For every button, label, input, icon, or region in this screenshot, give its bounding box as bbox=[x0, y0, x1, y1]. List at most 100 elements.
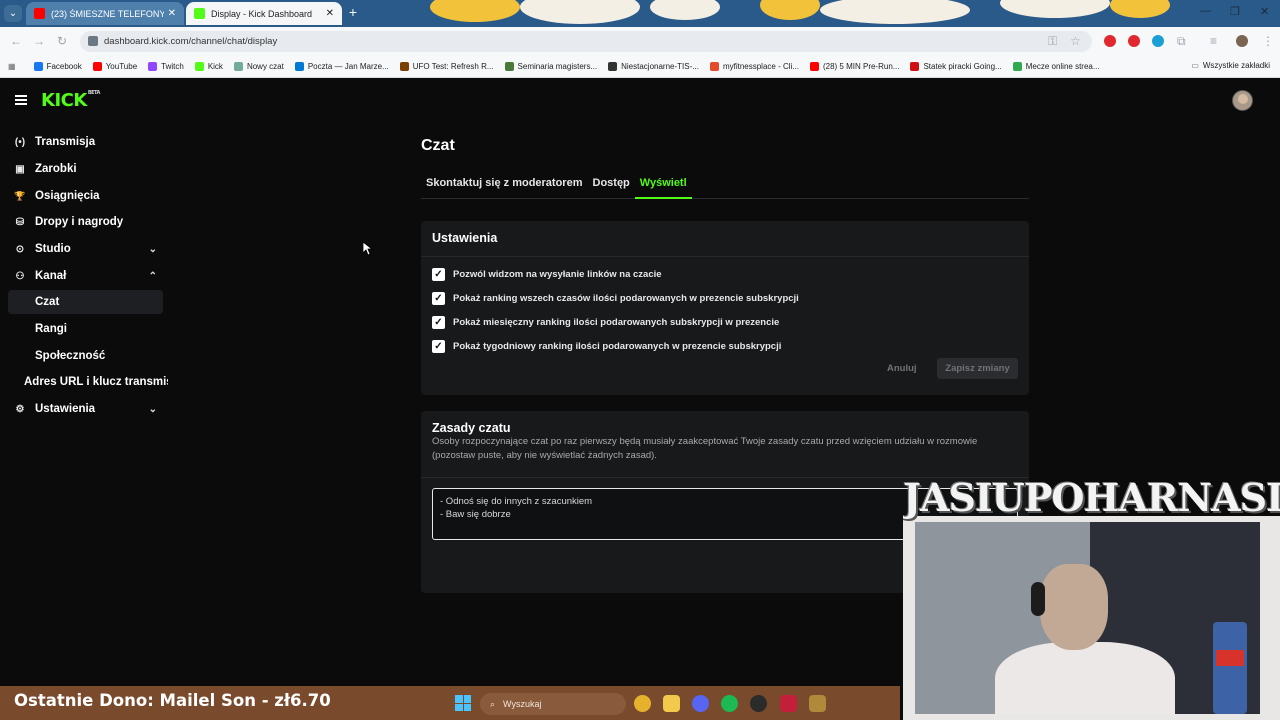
back-icon[interactable]: ← bbox=[10, 34, 22, 48]
maximize-button[interactable]: ❐ bbox=[1230, 5, 1240, 18]
tab-access[interactable]: Dostęp bbox=[588, 173, 635, 199]
option-alltime-ranking[interactable]: ✓ Pokaż ranking wszech czasów ilości pod… bbox=[432, 290, 799, 306]
discord-icon[interactable] bbox=[692, 695, 709, 712]
all-bookmarks-label: Wszystkie zakładki bbox=[1202, 61, 1270, 70]
extension-icon[interactable] bbox=[1128, 35, 1140, 47]
option-label: Pokaż miesięczny ranking ilości podarowa… bbox=[453, 316, 780, 328]
bookmark-item[interactable]: Twitch bbox=[148, 62, 184, 71]
save-button[interactable]: Zapisz zmiany bbox=[937, 358, 1018, 379]
apps-grid-icon[interactable]: ▦ bbox=[8, 62, 16, 71]
sidebar-item-label: Ustawienia bbox=[35, 403, 96, 415]
tab-contact-moderator[interactable]: Skontaktuj się z moderatorem bbox=[421, 173, 588, 199]
reload-icon[interactable]: ↻ bbox=[57, 34, 67, 48]
sidebar-item-dropy[interactable]: ⛁ Dropy i nagrody bbox=[8, 210, 163, 234]
obs-icon[interactable] bbox=[750, 695, 767, 712]
bookmark-item[interactable]: UFO Test: Refresh R... bbox=[399, 62, 494, 71]
forward-icon[interactable]: → bbox=[33, 34, 45, 48]
trophy-icon: 🏆 bbox=[14, 190, 26, 201]
search-icon: ⌕ bbox=[490, 698, 496, 709]
webcam-overlay: JASIUPOHARNASIU bbox=[903, 476, 1280, 720]
sidebar-item-zarobki[interactable]: ▣ Zarobki bbox=[8, 157, 163, 181]
bookmark-label: Poczta — Jan Marze... bbox=[307, 62, 389, 71]
sidebar-item-label: Czat bbox=[35, 296, 60, 308]
browser-tab-strip: ⌄ (23) ŚMIESZNE TELEFONY NA ✕ Display - … bbox=[0, 0, 1280, 27]
app-icon[interactable] bbox=[780, 695, 797, 712]
sidebar-item-spolecznosc[interactable]: Społeczność bbox=[8, 344, 163, 368]
option-monthly-ranking[interactable]: ✓ Pokaż miesięczny ranking ilości podaro… bbox=[432, 314, 779, 330]
checkbox[interactable]: ✓ bbox=[432, 291, 445, 305]
sidebar-item-label: Osiągnięcia bbox=[35, 190, 100, 202]
sidebar-item-czat[interactable]: Czat bbox=[8, 290, 163, 314]
extension-icon[interactable] bbox=[1152, 35, 1164, 47]
user-avatar[interactable] bbox=[1232, 90, 1253, 111]
tab-title: Display - Kick Dashboard bbox=[211, 8, 313, 19]
address-toolbar: ← → ↻ dashboard.kick.com/channel/chat/di… bbox=[0, 27, 1280, 56]
league-of-legends-icon[interactable] bbox=[809, 695, 826, 712]
chat-rules-title: Zasady czatu bbox=[432, 421, 511, 435]
bookmark-favicon-icon bbox=[504, 62, 514, 71]
bookmark-label: UFO Test: Refresh R... bbox=[412, 62, 494, 71]
settings-card: Ustawienia ✓ Pozwól widzom na wysyłanie … bbox=[421, 221, 1029, 395]
url-bar[interactable]: dashboard.kick.com/channel/chat/display bbox=[80, 31, 1092, 52]
bookmark-item[interactable]: myfitnessplace - Cli... bbox=[709, 62, 799, 71]
menu-hamburger-icon[interactable] bbox=[15, 95, 27, 105]
option-label: Pokaż ranking wszech czasów ilości podar… bbox=[453, 292, 799, 304]
checkbox[interactable]: ✓ bbox=[432, 267, 445, 281]
checkbox[interactable]: ✓ bbox=[432, 315, 445, 329]
tab-search-button[interactable]: ⌄ bbox=[4, 5, 22, 22]
reading-list-icon[interactable]: ≡ bbox=[1210, 34, 1217, 48]
minimize-button[interactable]: — bbox=[1200, 5, 1211, 17]
studio-icon: ⊙ bbox=[15, 243, 25, 255]
chevron-down-icon: ⌄ bbox=[148, 403, 157, 415]
sidebar-item-osiagniecia[interactable]: 🏆 Osiągnięcia bbox=[8, 184, 163, 208]
cancel-button[interactable]: Anuluj bbox=[887, 363, 917, 374]
window-close-button[interactable]: ✕ bbox=[1260, 5, 1269, 18]
bookmark-item[interactable]: Poczta — Jan Marze... bbox=[294, 62, 389, 71]
close-icon[interactable]: ✕ bbox=[168, 8, 176, 19]
sidebar-item-ustawienia[interactable]: ⚙ Ustawienia ⌄ bbox=[8, 397, 163, 421]
close-icon[interactable]: ✕ bbox=[326, 8, 334, 19]
sidebar-item-studio[interactable]: ⊙ Studio ⌄ bbox=[8, 237, 163, 261]
new-tab-button[interactable]: + bbox=[346, 5, 360, 20]
bookmark-item[interactable]: Kick bbox=[194, 62, 223, 71]
bookmark-favicon-icon bbox=[148, 62, 158, 71]
extensions-puzzle-icon[interactable]: ⧉ bbox=[1177, 34, 1186, 49]
kick-logo[interactable]: KICKBETA bbox=[41, 90, 100, 111]
menu-kebab-icon[interactable]: ⋮ bbox=[1262, 34, 1274, 48]
site-info-icon[interactable] bbox=[88, 36, 98, 46]
bookmark-item[interactable]: YouTube bbox=[92, 62, 137, 71]
option-weekly-ranking[interactable]: ✓ Pokaż tygodniowy ranking ilości podaro… bbox=[432, 338, 781, 354]
windows-start-icon[interactable] bbox=[455, 695, 471, 711]
bookmark-star-icon[interactable]: ☆ bbox=[1070, 34, 1081, 48]
last-donation-text: Ostatnie Dono: Mailel Son - zł6.70 bbox=[14, 691, 331, 710]
taskbar-search[interactable]: ⌕ Wyszukaj bbox=[480, 693, 626, 715]
bookmark-favicon-icon bbox=[608, 62, 618, 71]
bookmark-item[interactable]: Nowy czat bbox=[233, 62, 284, 71]
sidebar-item-label: Społeczność bbox=[35, 350, 106, 362]
sidebar-item-rangi[interactable]: Rangi bbox=[8, 317, 163, 341]
tab-display[interactable]: Wyświetl bbox=[634, 173, 692, 199]
file-explorer-icon[interactable] bbox=[663, 695, 680, 712]
profile-avatar[interactable] bbox=[1236, 35, 1248, 47]
browser-tab-youtube[interactable]: (23) ŚMIESZNE TELEFONY NA ✕ bbox=[26, 2, 184, 25]
sidebar-item-kanal[interactable]: ⚇ Kanał ⌃ bbox=[8, 264, 163, 288]
bookmark-label: (28) 5 MIN Pre-Run... bbox=[822, 62, 900, 71]
option-allow-links[interactable]: ✓ Pozwól widzom na wysyłanie linków na c… bbox=[432, 266, 662, 282]
bookmark-item[interactable]: Statek piracki Going... bbox=[910, 62, 1002, 71]
spotify-icon[interactable] bbox=[721, 695, 738, 712]
bookmark-item[interactable]: Seminaria magisters... bbox=[504, 62, 597, 71]
bookmark-item[interactable]: (28) 5 MIN Pre-Run... bbox=[809, 62, 900, 71]
sidebar-item-transmisja[interactable]: (•) Transmisja bbox=[8, 130, 163, 154]
password-key-icon[interactable]: ⚿ bbox=[1048, 34, 1057, 49]
bookmark-favicon-icon bbox=[33, 62, 43, 71]
beta-badge: BETA bbox=[87, 90, 101, 96]
adblock-extension-icon[interactable] bbox=[1104, 35, 1116, 47]
browser-tab-kick-dashboard[interactable]: Display - Kick Dashboard ✕ bbox=[186, 2, 342, 25]
all-bookmarks-folder[interactable]: ▭ Wszystkie zakładki bbox=[1191, 61, 1270, 70]
bookmark-item[interactable]: Mecze online strea... bbox=[1012, 62, 1100, 71]
sidebar-item-stream-url-key[interactable]: Adres URL i klucz transmisj bbox=[8, 370, 168, 394]
bookmark-item[interactable]: Facebook bbox=[33, 62, 82, 71]
bookmark-item[interactable]: Niestacjonarne-TIS-... bbox=[608, 62, 699, 71]
checkbox[interactable]: ✓ bbox=[432, 339, 445, 353]
chrome-icon[interactable] bbox=[634, 695, 651, 712]
